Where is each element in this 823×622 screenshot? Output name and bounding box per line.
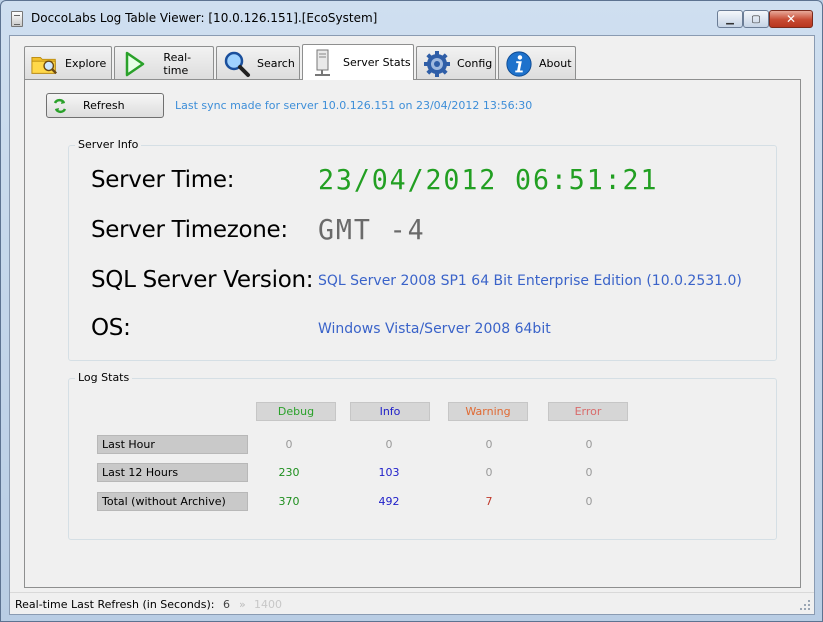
tab-explore-label: Explore: [65, 57, 107, 70]
window-title: DoccoLabs Log Table Viewer: [10.0.126.15…: [31, 11, 378, 25]
status-bar: Real-time Last Refresh (in Seconds): 6 »…: [10, 592, 814, 614]
log-stats-heading: Log Stats: [75, 371, 133, 384]
table-cell: 0: [385, 438, 393, 451]
gear-icon: [423, 50, 451, 78]
tab-explore[interactable]: Explore: [24, 46, 112, 80]
table-cell: 0: [585, 495, 593, 508]
status-refresh-max: 1400: [254, 598, 282, 611]
title-bar[interactable]: DoccoLabs Log Table Viewer: [10.0.126.15…: [1, 1, 822, 35]
info-icon: [505, 50, 533, 78]
tab-config-label: Config: [457, 57, 493, 70]
table-cell: 0: [585, 466, 593, 479]
refresh-icon: [52, 98, 68, 114]
table-cell: 370: [278, 495, 300, 508]
app-icon: [11, 11, 23, 27]
last-sync-text: Last sync made for server 10.0.126.151 o…: [175, 99, 533, 112]
os-label: OS:: [91, 315, 131, 341]
folder-search-icon: [31, 50, 59, 78]
client-area: Explore Real-time Search Server Stats Co…: [9, 35, 815, 615]
server-icon: [309, 49, 337, 77]
column-header-info: Info: [350, 402, 430, 421]
server-time-value: 23/04/2012 06:51:21: [318, 163, 659, 196]
server-time-label: Server Time:: [91, 167, 235, 193]
sql-version-value: SQL Server 2008 SP1 64 Bit Enterprise Ed…: [318, 273, 742, 289]
refresh-button[interactable]: Refresh: [46, 93, 164, 118]
table-cell: 0: [285, 438, 293, 451]
tab-server-stats-label: Server Stats: [343, 56, 411, 69]
table-cell: 230: [278, 466, 300, 479]
status-refresh-label: Real-time Last Refresh (in Seconds):: [15, 598, 215, 611]
server-stats-panel: Refresh Last sync made for server 10.0.1…: [24, 79, 801, 588]
table-cell: 492: [378, 495, 400, 508]
resize-grip-icon[interactable]: [799, 599, 811, 611]
tab-config[interactable]: Config: [416, 46, 496, 80]
os-value: Windows Vista/Server 2008 64bit: [318, 321, 551, 337]
tab-server-stats[interactable]: Server Stats: [302, 44, 414, 80]
tab-real-time[interactable]: Real-time: [114, 46, 214, 80]
minimize-button[interactable]: ▁: [717, 10, 743, 28]
table-cell: 0: [585, 438, 593, 451]
tab-strip: Explore Real-time Search Server Stats Co…: [24, 44, 578, 80]
tab-about-label: About: [539, 57, 572, 70]
app-window: DoccoLabs Log Table Viewer: [10.0.126.15…: [0, 0, 823, 622]
table-cell: 0: [485, 438, 493, 451]
table-cell: 0: [485, 466, 493, 479]
refresh-label: Refresh: [83, 99, 125, 112]
row-label-total: Total (without Archive): [97, 492, 248, 511]
tab-about[interactable]: About: [498, 46, 576, 80]
status-separator: »: [239, 598, 246, 611]
tab-search[interactable]: Search: [216, 46, 300, 80]
maximize-button[interactable]: ▢: [743, 10, 769, 28]
row-label-last-hour: Last Hour: [97, 435, 248, 454]
server-info-group: Server Info Server Time: 23/04/2012 06:5…: [68, 138, 777, 361]
column-header-debug: Debug: [256, 402, 336, 421]
row-label-last-12-hours: Last 12 Hours: [97, 463, 248, 482]
server-timezone-value: GMT -4: [318, 213, 426, 246]
status-refresh-value: 6: [223, 598, 230, 611]
log-stats-group: Log Stats Debug Info Warning Error Last …: [68, 371, 777, 540]
server-timezone-label: Server Timezone:: [91, 217, 288, 243]
server-info-heading: Server Info: [75, 138, 142, 151]
table-cell: 103: [378, 466, 400, 479]
column-header-error: Error: [548, 402, 628, 421]
magnifier-icon: [223, 50, 251, 78]
close-button[interactable]: ✕: [769, 10, 813, 28]
table-cell: 7: [485, 495, 493, 508]
play-icon: [121, 50, 147, 78]
tab-search-label: Search: [257, 57, 295, 70]
tab-real-time-label: Real-time: [163, 50, 192, 77]
sql-version-label: SQL Server Version:: [91, 267, 314, 293]
column-header-warning: Warning: [448, 402, 528, 421]
